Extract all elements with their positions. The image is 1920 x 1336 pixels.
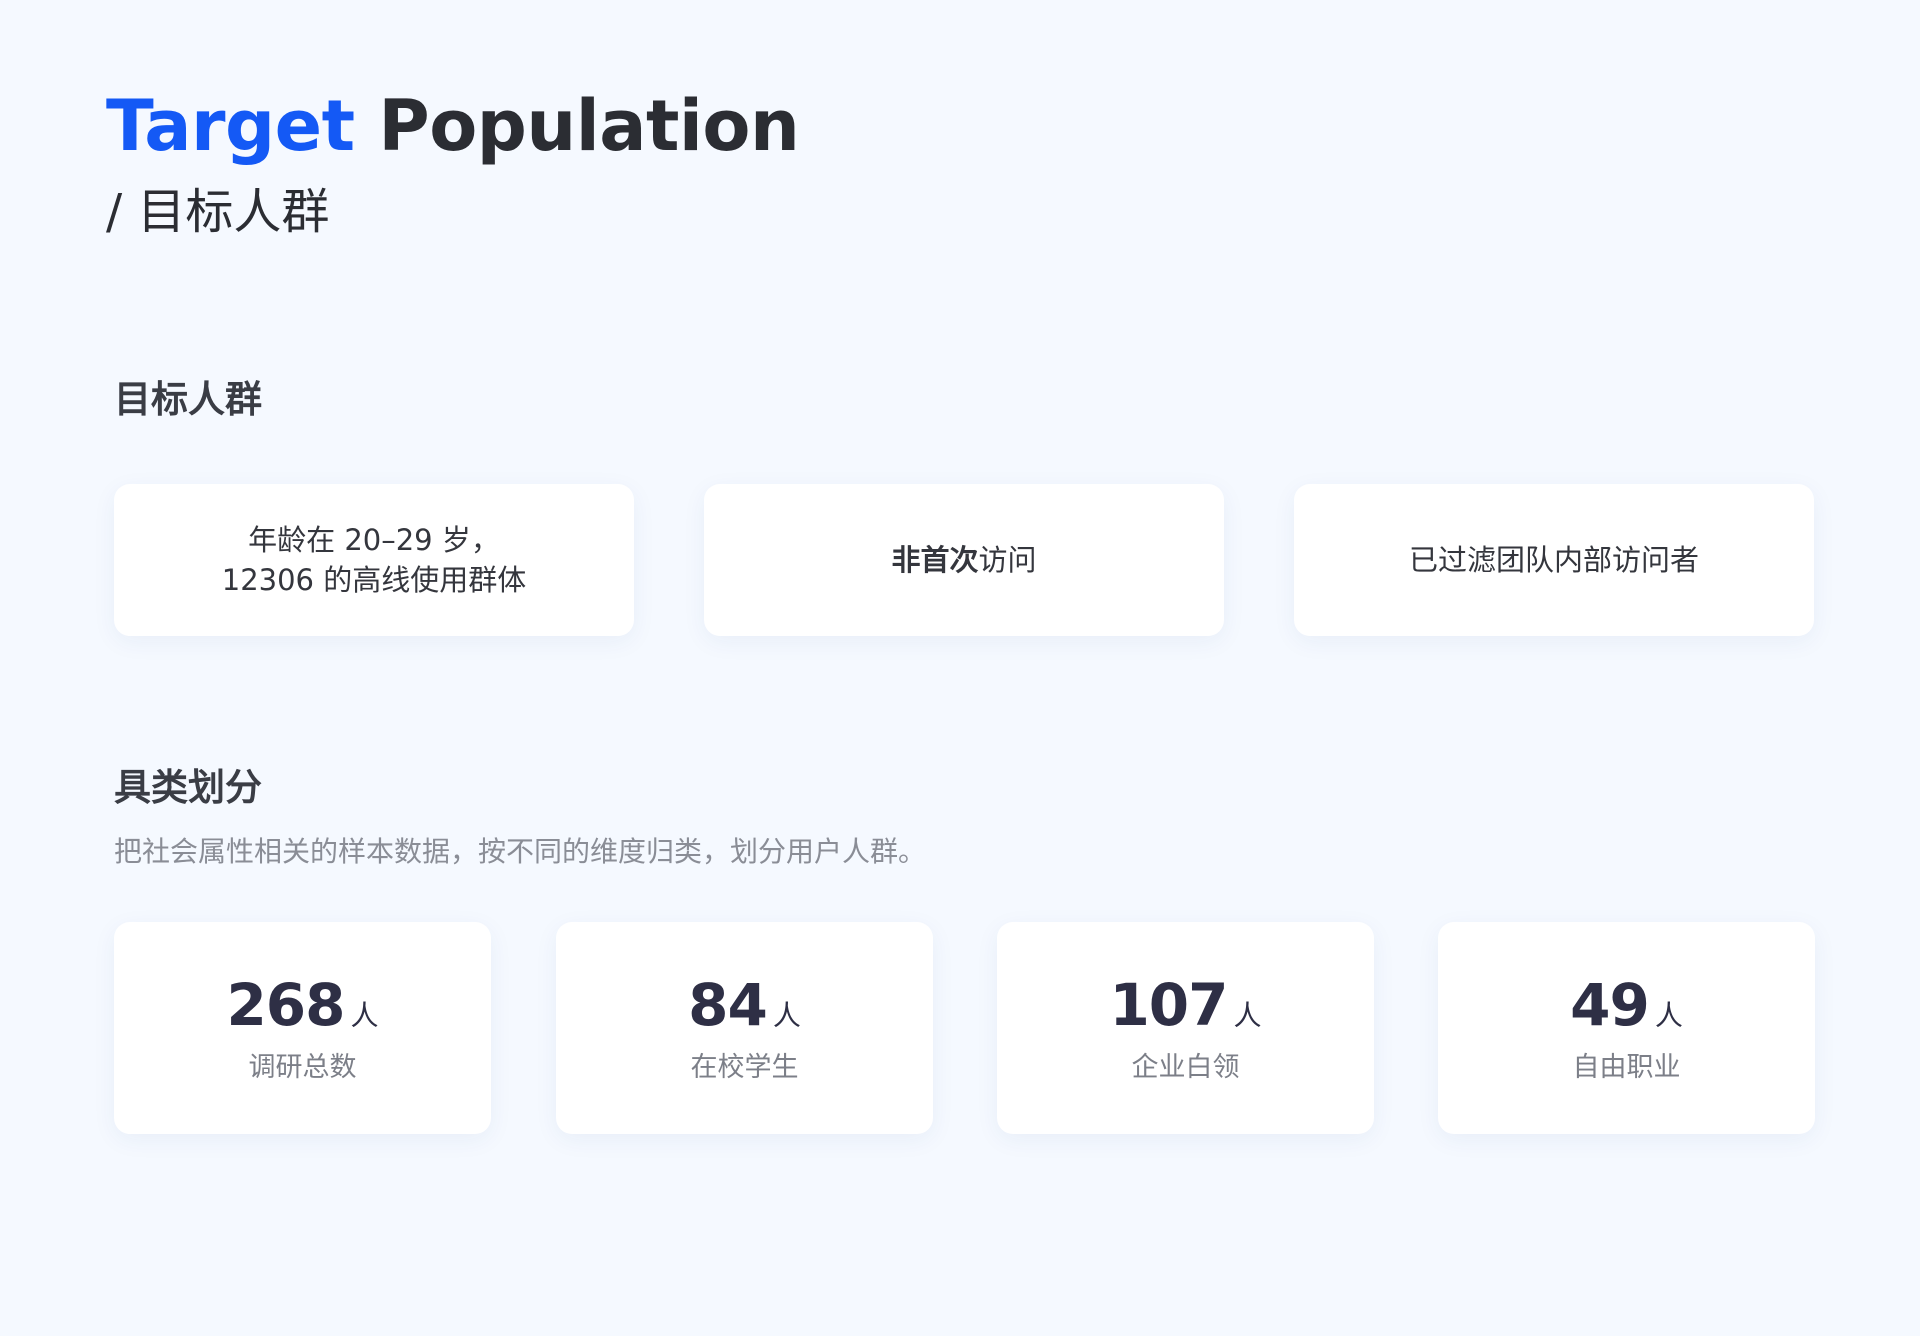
target-tag-visit-strong: 非首次: [891, 543, 979, 577]
target-tag-age: 年龄在 20–29 岁， 12306 的高线使用群体: [114, 484, 634, 636]
stat-label: 在校学生: [690, 1052, 799, 1083]
page-title-rest: Population: [378, 85, 800, 167]
stat-card-students: 84 人 在校学生: [556, 922, 933, 1134]
segment-stats: 268 人 调研总数 84 人 在校学生 107 人 企业白领 49 人 自由职业: [114, 922, 1815, 1134]
page-title: Target Population: [106, 82, 800, 170]
target-tag-filter: 已过滤团队内部访问者: [1294, 484, 1814, 636]
stat-label: 调研总数: [248, 1052, 357, 1083]
stat-unit: 人: [772, 999, 801, 1032]
stat-label: 自由职业: [1572, 1052, 1681, 1083]
stat-value: 84: [688, 971, 768, 1039]
stat-label: 企业白领: [1131, 1052, 1240, 1083]
target-tag-visit: 非首次访问: [704, 484, 1224, 636]
stat-card-freelance: 49 人 自由职业: [1438, 922, 1815, 1134]
target-section-title: 目标人群: [114, 378, 262, 421]
page-subtitle: / 目标人群: [106, 184, 330, 240]
page-header: Target Population / 目标人群: [106, 82, 800, 244]
stat-value-line: 268 人: [114, 972, 491, 1038]
target-tag-visit-normal: 访问: [978, 543, 1037, 577]
target-tag-visit-text: 非首次访问: [891, 540, 1036, 580]
stat-card-total: 268 人 调研总数: [114, 922, 491, 1134]
target-tag-age-line1: 年龄在 20–29 岁，: [248, 523, 500, 557]
target-tags: 年龄在 20–29 岁， 12306 的高线使用群体 非首次访问 已过滤团队内部…: [114, 484, 1814, 636]
stat-unit: 人: [1233, 999, 1262, 1032]
page-title-highlight: Target: [106, 85, 355, 167]
stat-card-white-collar: 107 人 企业白领: [997, 922, 1374, 1134]
stat-value-line: 107 人: [997, 972, 1374, 1038]
target-tag-age-text: 年龄在 20–29 岁， 12306 的高线使用群体: [222, 520, 526, 600]
segment-section-description: 把社会属性相关的样本数据，按不同的维度归类，划分用户人群。: [114, 835, 927, 868]
stat-value-line: 84 人: [556, 972, 933, 1038]
stat-value: 49: [1570, 971, 1650, 1039]
stat-value-line: 49 人: [1438, 972, 1815, 1038]
stat-value: 268: [226, 971, 345, 1039]
target-tag-age-line2: 12306 的高线使用群体: [221, 563, 527, 597]
segment-section-title: 具类划分: [114, 766, 262, 809]
stat-unit: 人: [350, 999, 379, 1032]
target-tag-filter-text: 已过滤团队内部访问者: [1408, 543, 1699, 577]
stat-value: 107: [1109, 971, 1228, 1039]
stat-unit: 人: [1654, 999, 1683, 1032]
